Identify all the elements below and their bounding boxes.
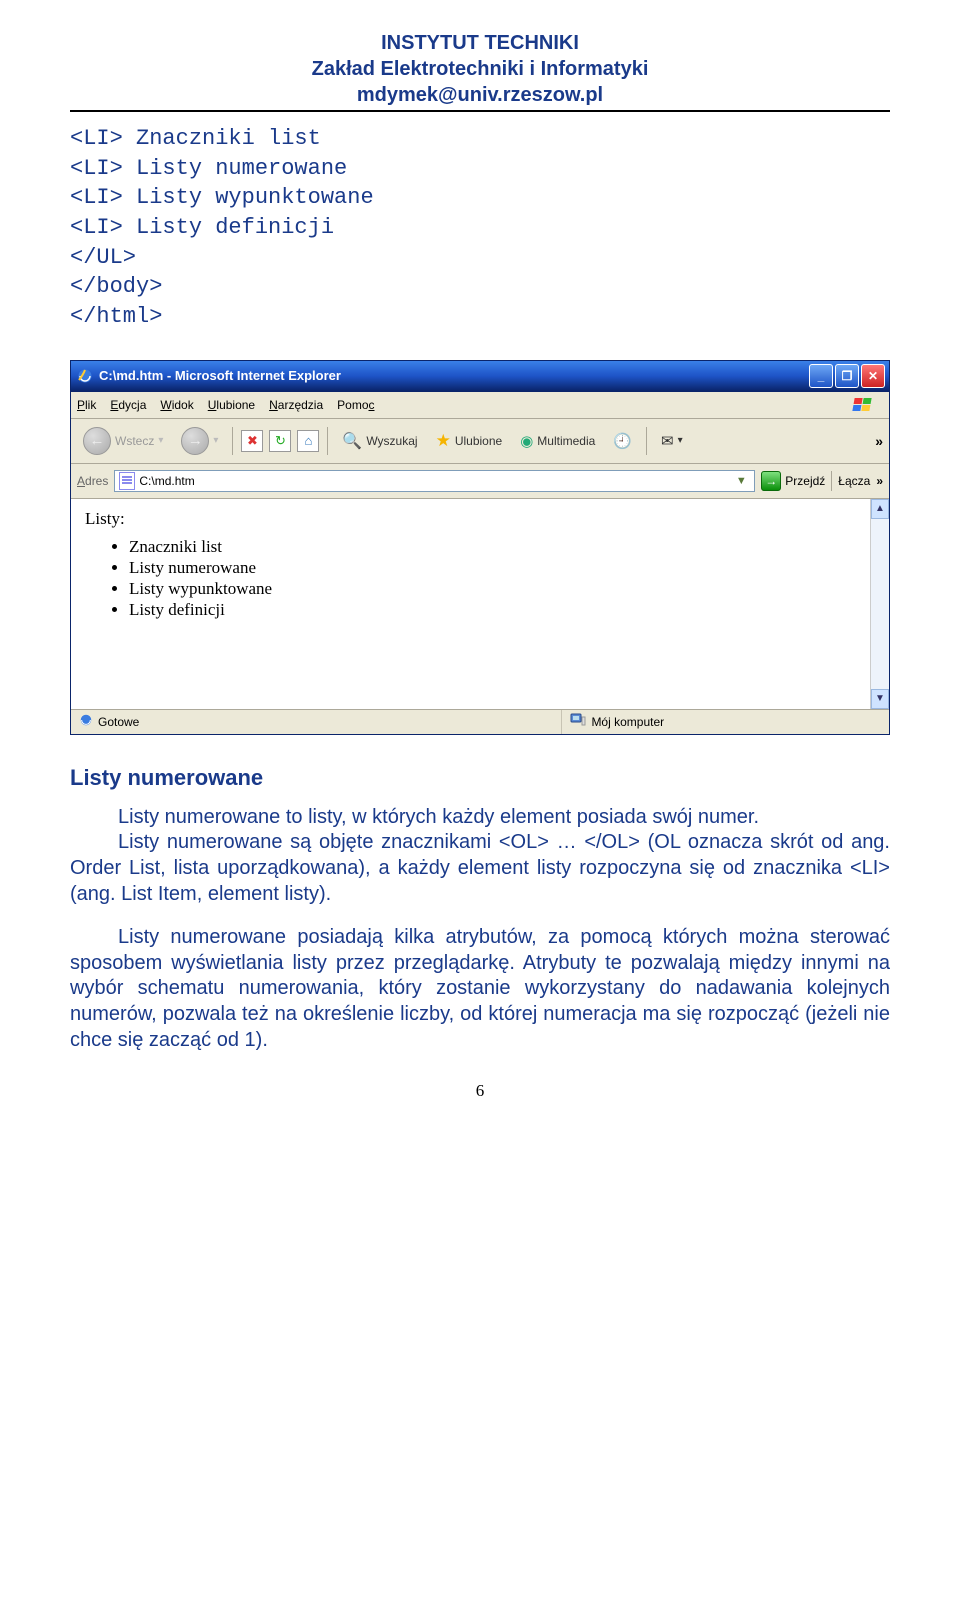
menu-favorites[interactable]: Ulubione <box>208 398 255 412</box>
toolbar-separator <box>327 427 328 455</box>
page-icon <box>119 472 135 490</box>
para-text: Listy numerowane to listy, w których każ… <box>118 806 759 828</box>
minimize-button[interactable]: _ <box>809 364 833 388</box>
toolbar-separator <box>232 427 233 455</box>
status-right: Mój komputer <box>591 715 664 729</box>
forward-arrow-icon: → <box>181 427 209 455</box>
dropdown-icon: ▾ <box>678 435 683 446</box>
page-number: 6 <box>70 1081 890 1101</box>
close-button[interactable]: ✕ <box>861 364 885 388</box>
search-icon: 🔍 <box>342 431 362 451</box>
stop-icon: ✖ <box>247 433 258 449</box>
article-paragraph: Listy numerowane są objęte znacznikami <… <box>70 830 890 907</box>
back-button[interactable]: ← Wstecz ▾ <box>77 425 169 457</box>
para-text: Listy numerowane są objęte znacznikami <… <box>70 831 890 904</box>
ie-small-icon <box>79 713 93 730</box>
go-arrow-icon: → <box>761 471 781 491</box>
menu-help[interactable]: Pomoc <box>337 398 374 412</box>
address-field[interactable]: C:\md.htm ▼ <box>114 470 755 492</box>
history-button[interactable]: 🕘 <box>607 430 638 452</box>
address-bar: Adres C:\md.htm ▼ → Przejdź Łącza » <box>71 464 889 499</box>
forward-button[interactable]: → ▾ <box>175 425 224 457</box>
window-title: C:\md.htm - Microsoft Internet Explorer <box>99 368 809 383</box>
back-label: Wstecz <box>115 434 154 448</box>
section-title: Listy numerowane <box>70 765 890 791</box>
back-arrow-icon: ← <box>83 427 111 455</box>
browser-window: C:\md.htm - Microsoft Internet Explorer … <box>70 360 890 735</box>
header-line-1: INSTYTUT TECHNIKI <box>70 30 890 56</box>
refresh-button[interactable]: ↻ <box>269 430 291 452</box>
content-heading: Listy: <box>85 509 856 529</box>
status-bar: Gotowe Mój komputer <box>71 709 889 734</box>
stop-button[interactable]: ✖ <box>241 430 263 452</box>
list-item: Listy definicji <box>129 600 856 620</box>
code-block: <LI> Znaczniki list <LI> Listy numerowan… <box>70 124 890 332</box>
menu-tools-label: arzędzia <box>278 398 323 412</box>
menu-tools[interactable]: Narzędzia <box>269 398 323 412</box>
content-list: Znaczniki list Listy numerowane Listy wy… <box>85 537 856 620</box>
list-item: Znaczniki list <box>129 537 856 557</box>
list-item: Listy numerowane <box>129 558 856 578</box>
favorites-label: Ulubione <box>455 434 502 448</box>
scroll-up-icon[interactable]: ▲ <box>871 499 889 519</box>
article-paragraph: Listy numerowane to listy, w których każ… <box>70 805 890 831</box>
links-overflow[interactable]: » <box>876 474 883 488</box>
search-label: Wyszukaj <box>366 434 417 448</box>
header-email: mdymek@univ.rzeszow.pl <box>70 82 890 108</box>
list-item: Listy wypunktowane <box>129 579 856 599</box>
maximize-button[interactable]: ❐ <box>835 364 859 388</box>
doc-header: INSTYTUT TECHNIKI Zakład Elektrotechniki… <box>70 30 890 108</box>
mail-icon: ✉ <box>661 432 674 450</box>
title-bar[interactable]: C:\md.htm - Microsoft Internet Explorer … <box>71 361 889 392</box>
history-icon: 🕘 <box>613 432 632 450</box>
address-dropdown-icon[interactable]: ▼ <box>732 475 750 487</box>
media-icon: ◉ <box>520 432 533 450</box>
links-label[interactable]: Łącza <box>838 474 870 488</box>
menu-fav-label: lubione <box>216 398 255 412</box>
address-label: Adres <box>77 474 108 488</box>
menu-edit-label: dycja <box>118 398 146 412</box>
home-icon: ⌂ <box>304 433 312 448</box>
go-label: Przejdź <box>785 474 825 488</box>
menu-file[interactable]: Plik <box>77 398 96 412</box>
media-label: Multimedia <box>537 434 595 448</box>
dropdown-icon: ▾ <box>213 435 218 446</box>
address-value: C:\md.htm <box>139 474 728 488</box>
toolbar-separator <box>646 427 647 455</box>
refresh-icon: ↻ <box>275 433 286 449</box>
ie-icon <box>77 368 93 384</box>
media-button[interactable]: ◉ Multimedia <box>514 430 601 452</box>
article-paragraph: Listy numerowane posiadają kilka atrybut… <box>70 925 890 1053</box>
header-rule <box>70 110 890 112</box>
status-left: Gotowe <box>98 715 139 729</box>
windows-flag-icon <box>849 396 883 414</box>
page-content: Listy: Znaczniki list Listy numerowane L… <box>71 499 870 709</box>
search-button[interactable]: 🔍 Wyszukaj <box>336 429 423 453</box>
computer-icon <box>570 713 586 730</box>
toolbar-overflow[interactable]: » <box>875 433 883 449</box>
scroll-track[interactable] <box>871 519 889 689</box>
content-area-wrap: Listy: Znaczniki list Listy numerowane L… <box>71 499 889 709</box>
mail-button[interactable]: ✉ ▾ <box>655 430 689 452</box>
addr-separator <box>831 471 832 491</box>
home-button[interactable]: ⌂ <box>297 430 319 452</box>
menu-file-label: lik <box>85 398 96 412</box>
star-icon: ★ <box>436 431 451 451</box>
dropdown-icon: ▾ <box>158 435 163 446</box>
vertical-scrollbar[interactable]: ▲ ▼ <box>870 499 889 709</box>
go-button[interactable]: → Przejdź <box>761 471 825 491</box>
para-text: Listy numerowane posiadają kilka atrybut… <box>70 926 890 1050</box>
menu-edit[interactable]: Edycja <box>110 398 146 412</box>
favorites-button[interactable]: ★ Ulubione <box>430 429 509 453</box>
menu-view-label: idok <box>172 398 194 412</box>
header-line-2: Zakład Elektrotechniki i Informatyki <box>70 56 890 82</box>
scroll-down-icon[interactable]: ▼ <box>871 689 889 709</box>
nav-toolbar: ← Wstecz ▾ → ▾ ✖ ↻ ⌂ 🔍 Wyszukaj ★ Ulubio… <box>71 419 889 464</box>
menu-view[interactable]: Widok <box>160 398 193 412</box>
menu-bar: Plik Edycja Widok Ulubione Narzędzia Pom… <box>71 392 889 419</box>
